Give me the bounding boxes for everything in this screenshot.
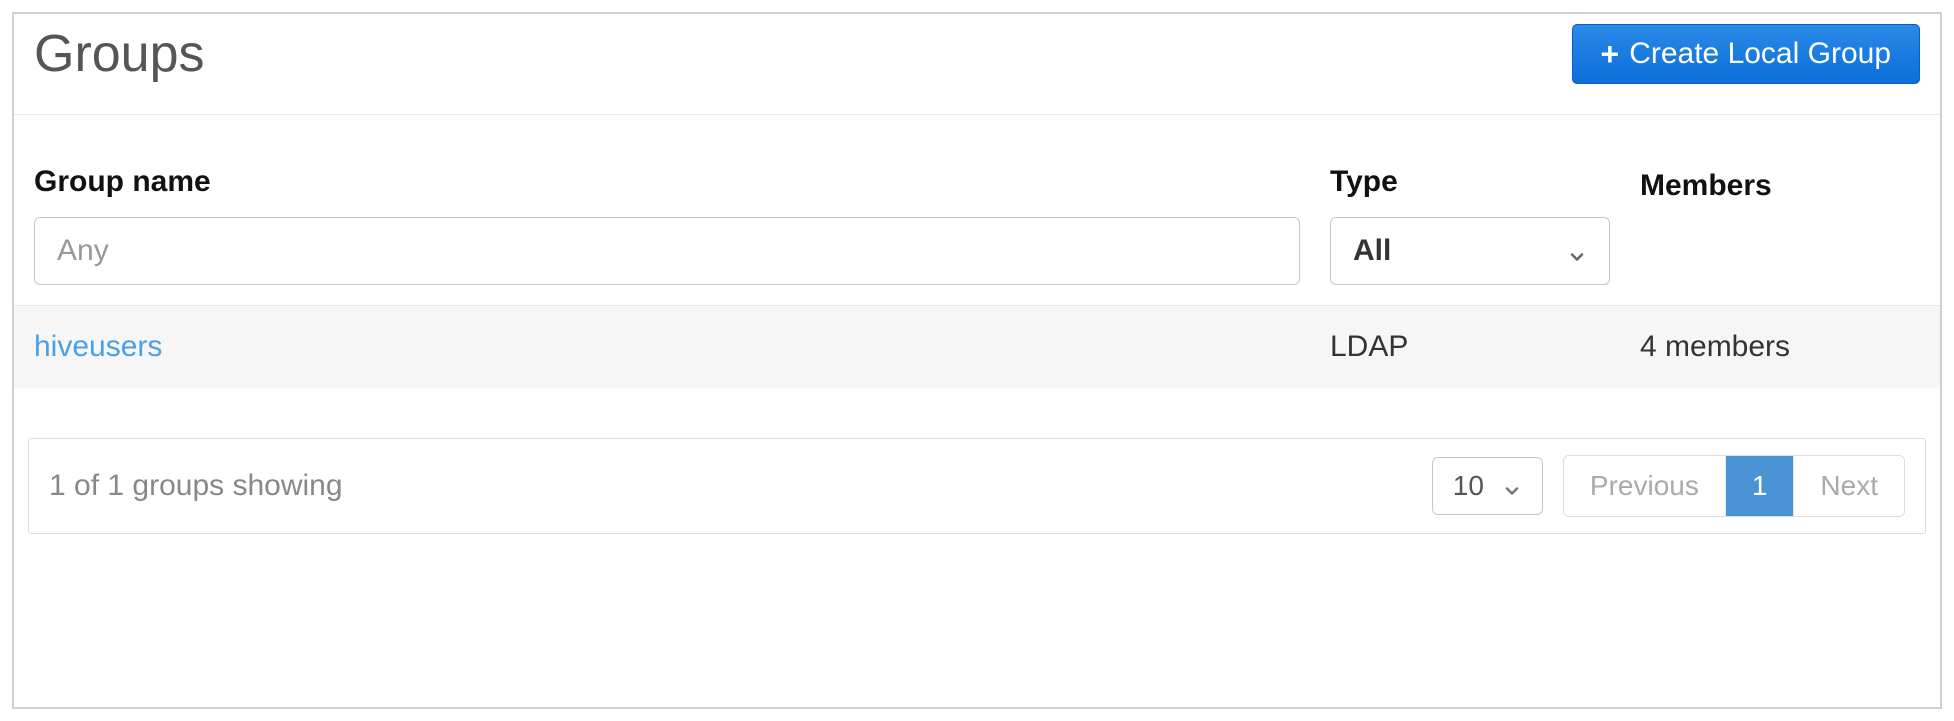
members-label: Members	[1640, 169, 1920, 203]
pager-page-1-button[interactable]: 1	[1726, 456, 1795, 516]
type-filter-select[interactable]: All	[1330, 217, 1610, 285]
type-label: Type	[1330, 165, 1610, 199]
page-size-select[interactable]: 10	[1432, 457, 1543, 515]
group-type-cell: LDAP	[1330, 330, 1610, 364]
pager-next-button[interactable]: Next	[1794, 456, 1904, 516]
group-name-filter-input[interactable]	[34, 217, 1300, 285]
groups-page: Groups + Create Local Group Group name T…	[12, 12, 1942, 709]
filter-row: Group name Type All Members	[14, 115, 1940, 306]
group-name-label: Group name	[34, 165, 1300, 199]
group-members-cell: 4 members	[1640, 330, 1920, 364]
column-type: Type All	[1330, 165, 1610, 285]
create-local-group-button[interactable]: + Create Local Group	[1572, 24, 1921, 84]
chevron-down-icon	[1502, 476, 1522, 496]
chevron-down-icon	[1567, 241, 1587, 261]
row-count-status: 1 of 1 groups showing	[49, 469, 1412, 503]
page-header: Groups + Create Local Group	[14, 14, 1940, 115]
create-button-label: Create Local Group	[1629, 37, 1891, 71]
pager-previous-button[interactable]: Previous	[1564, 456, 1726, 516]
column-members: Members	[1640, 169, 1920, 285]
page-size-value: 10	[1453, 470, 1484, 502]
group-name-link[interactable]: hiveusers	[34, 330, 1300, 364]
table-row: hiveusers LDAP 4 members	[14, 306, 1940, 388]
plus-icon: +	[1601, 38, 1620, 70]
page-title: Groups	[34, 24, 205, 84]
table-footer: 1 of 1 groups showing 10 Previous 1 Next	[28, 438, 1926, 534]
pagination: Previous 1 Next	[1563, 455, 1905, 517]
column-group-name: Group name	[34, 165, 1300, 285]
type-selected-value: All	[1353, 234, 1391, 268]
